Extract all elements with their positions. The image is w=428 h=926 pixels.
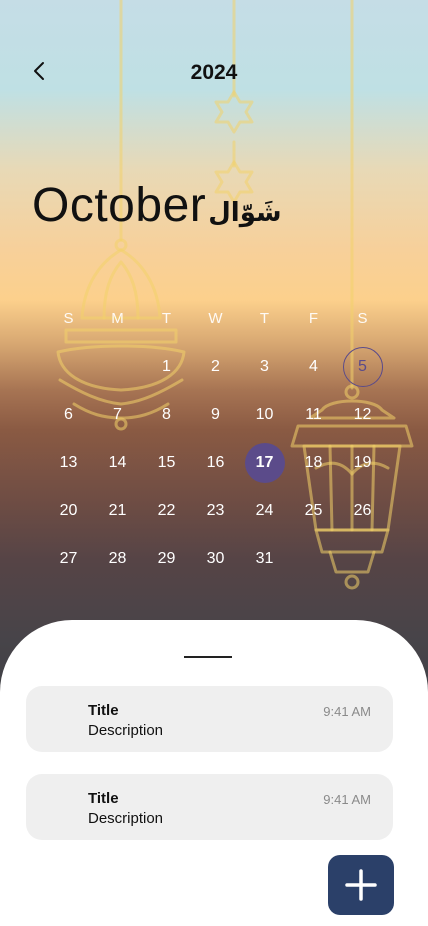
sheet-handle[interactable] [184, 656, 232, 658]
empty-day-cell [44, 343, 93, 391]
hijri-month-title: شَوّال [208, 198, 282, 228]
day-number: 9 [211, 406, 220, 423]
empty-day-cell [93, 343, 142, 391]
day-number: 23 [206, 502, 225, 519]
day-cell-24[interactable]: 24 [240, 487, 289, 535]
day-cell-11[interactable]: 11 [289, 391, 338, 439]
day-number: 18 [304, 454, 323, 471]
day-number: 19 [353, 454, 372, 471]
day-number: 14 [108, 454, 127, 471]
year-title: 2024 [190, 61, 238, 84]
day-cell-29[interactable]: 29 [142, 535, 191, 583]
weekday-label: M [111, 310, 124, 327]
day-cell-2[interactable]: 2 [191, 343, 240, 391]
day-cell-20[interactable]: 20 [44, 487, 93, 535]
day-number: 24 [255, 502, 274, 519]
day-number: 4 [309, 358, 318, 375]
event-time: 9:41 AM [323, 704, 371, 719]
day-cell-4[interactable]: 4 [289, 343, 338, 391]
calendar-grid: 1 2 3 4 5 6 7 8 9 10 11 12 13 14 15 16 17 18 19 20 21 22 23 24 2… [44, 343, 387, 583]
day-number: 29 [157, 550, 176, 567]
day-number: 15 [157, 454, 176, 471]
day-number: 1 [162, 358, 171, 375]
weekday-header: SMTWTFS [44, 308, 387, 330]
day-cell-18[interactable]: 18 [289, 439, 338, 487]
day-number: 20 [59, 502, 78, 519]
day-number: 22 [157, 502, 176, 519]
day-number: 21 [108, 502, 127, 519]
day-number: 11 [305, 406, 322, 423]
day-number: 27 [59, 550, 78, 567]
day-cell-14[interactable]: 14 [93, 439, 142, 487]
day-cell-26[interactable]: 26 [338, 487, 387, 535]
month-title: October [32, 179, 207, 232]
day-cell-10[interactable]: 10 [240, 391, 289, 439]
day-number: 5 [342, 347, 383, 387]
day-cell-16[interactable]: 16 [191, 439, 240, 487]
day-cell-12[interactable]: 12 [338, 391, 387, 439]
day-cell-23[interactable]: 23 [191, 487, 240, 535]
day-number: 3 [260, 358, 269, 375]
event-card[interactable]: Title Description 9:41 AM [26, 686, 393, 752]
day-number: 28 [108, 550, 127, 567]
day-cell-8[interactable]: 8 [142, 391, 191, 439]
day-number: 10 [255, 406, 274, 423]
weekday-label: T [259, 310, 270, 327]
day-number: 31 [255, 550, 274, 567]
day-number: 13 [59, 454, 78, 471]
plus-icon [345, 869, 377, 901]
day-cell-3[interactable]: 3 [240, 343, 289, 391]
day-cell-30[interactable]: 30 [191, 535, 240, 583]
day-cell-31[interactable]: 31 [240, 535, 289, 583]
month-header: October شَوّال [32, 178, 282, 233]
day-number: 17 [244, 443, 285, 483]
event-title: Title [88, 790, 119, 807]
day-number: 25 [304, 502, 323, 519]
day-cell-7[interactable]: 7 [93, 391, 142, 439]
event-description: Description [88, 810, 164, 827]
event-title: Title [88, 702, 119, 719]
day-cell-17[interactable]: 17 [240, 439, 289, 487]
day-cell-27[interactable]: 27 [44, 535, 93, 583]
day-number: 16 [206, 454, 225, 471]
day-cell-22[interactable]: 22 [142, 487, 191, 535]
day-cell-25[interactable]: 25 [289, 487, 338, 535]
day-number: 26 [353, 502, 372, 519]
day-cell-1[interactable]: 1 [142, 343, 191, 391]
day-number: 7 [113, 406, 122, 423]
day-number: 8 [162, 406, 171, 423]
day-cell-15[interactable]: 15 [142, 439, 191, 487]
weekday-label: S [63, 310, 74, 327]
weekday-label: T [161, 310, 172, 327]
day-cell-6[interactable]: 6 [44, 391, 93, 439]
day-cell-9[interactable]: 9 [191, 391, 240, 439]
day-number: 12 [353, 406, 372, 423]
day-cell-21[interactable]: 21 [93, 487, 142, 535]
day-cell-13[interactable]: 13 [44, 439, 93, 487]
event-time: 9:41 AM [323, 792, 371, 807]
weekday-label: W [208, 310, 223, 327]
event-card[interactable]: Title Description 9:41 AM [26, 774, 393, 840]
day-number: 2 [211, 358, 220, 375]
day-cell-5[interactable]: 5 [338, 343, 387, 391]
add-event-button[interactable] [328, 855, 394, 915]
weekday-label: F [308, 310, 319, 327]
weekday-label: S [357, 310, 368, 327]
day-number: 6 [64, 406, 73, 423]
day-cell-19[interactable]: 19 [338, 439, 387, 487]
day-cell-28[interactable]: 28 [93, 535, 142, 583]
day-number: 30 [206, 550, 225, 567]
event-description: Description [88, 722, 164, 739]
